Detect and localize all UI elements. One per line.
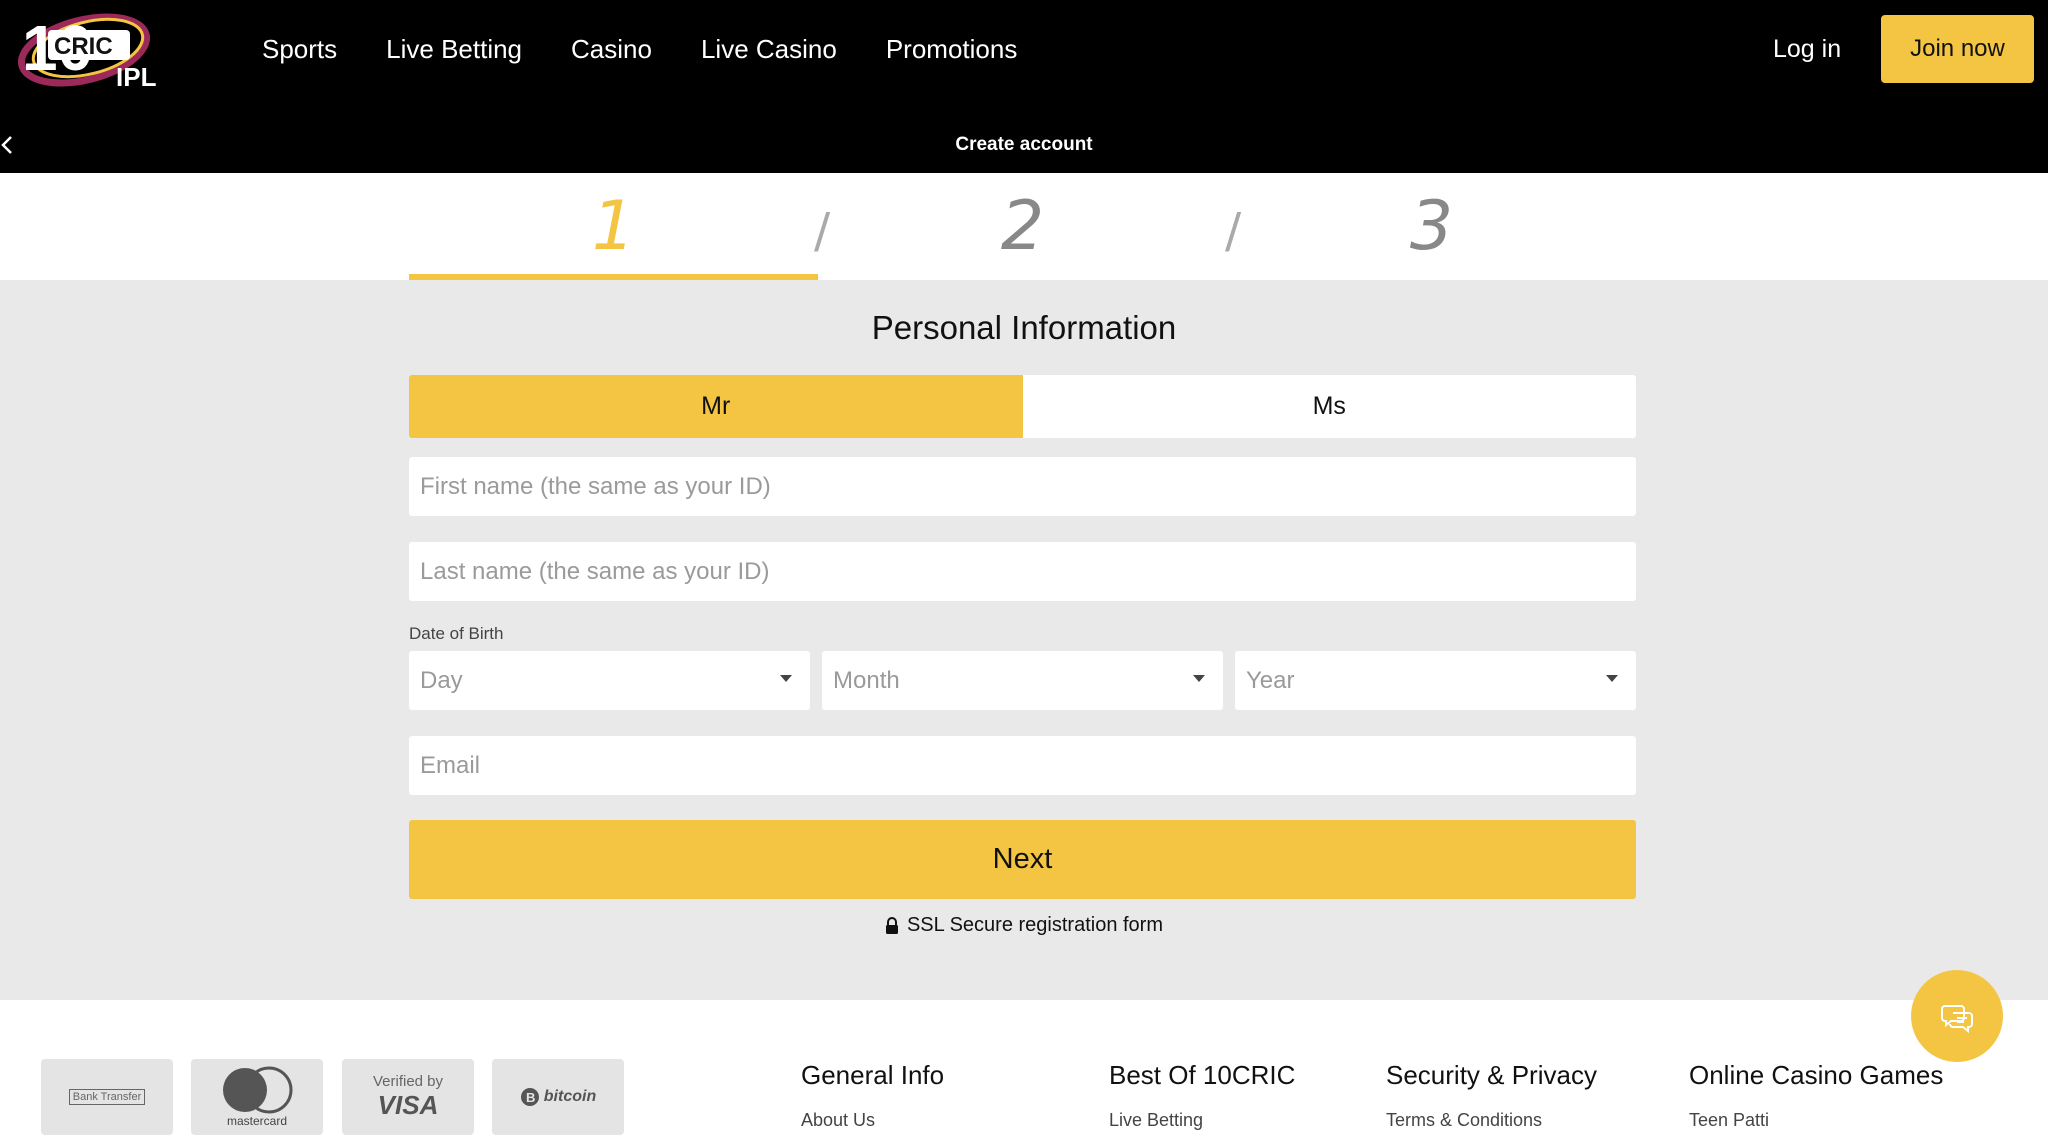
create-account-title: Create account [955, 134, 1093, 155]
main-nav: Sports Live Betting Casino Live Casino P… [262, 28, 1017, 70]
ssl-text: SSL Secure registration form [906, 914, 1164, 936]
form-title: Personal Information [871, 309, 1177, 346]
month-placeholder: Month [833, 666, 900, 694]
step-1: 1 [591, 187, 636, 266]
next-button[interactable]: Next [409, 820, 1636, 899]
verified-by-visa-logo: Verified by VISA [342, 1059, 474, 1135]
mastercard-circles-icon [223, 1066, 293, 1114]
visa-top-text: Verified by [372, 1073, 444, 1091]
last-name-input[interactable]: Last name (the same as your ID) [409, 542, 1636, 601]
live-chat-button[interactable] [1911, 970, 2003, 1062]
email-input[interactable]: Email [409, 736, 1636, 795]
nav-casino[interactable]: Casino [571, 28, 652, 70]
year-placeholder: Year [1246, 666, 1295, 694]
footer-heading: Best Of 10CRIC [1109, 1060, 1296, 1090]
dob-label: Date of Birth [409, 624, 504, 643]
caret-down-icon [780, 675, 792, 682]
nav-live-betting[interactable]: Live Betting [386, 28, 522, 70]
gender-mr-button[interactable]: Mr [409, 375, 1023, 438]
chat-icon [1941, 1005, 1973, 1034]
10cric-ipl-logo[interactable]: 10 CRIC IPL [10, 8, 162, 90]
gender-ms-button[interactable]: Ms [1022, 375, 1636, 438]
step-3: 3 [1409, 187, 1454, 266]
footer-link[interactable]: Live Betting [1109, 1110, 1295, 1131]
ssl-note: SSL Secure registration form [0, 914, 2048, 937]
active-step-underline [409, 274, 818, 280]
footer-heading: Security & Privacy [1386, 1060, 1597, 1090]
svg-text:B: B [526, 1090, 535, 1105]
dob-day-select[interactable]: Day [409, 651, 810, 710]
step-2: 2 [1000, 187, 1045, 266]
bitcoin-text: bitcoin [543, 1088, 597, 1105]
logo-ipl-text: IPL [116, 62, 157, 90]
mastercard-logo: mastercard [191, 1059, 323, 1135]
first-name-input[interactable]: First name (the same as your ID) [409, 457, 1636, 516]
logo-cric-text: CRIC [54, 33, 113, 60]
bank-transfer-text: Bank Transfer [68, 1089, 146, 1105]
nav-live-casino[interactable]: Live Casino [701, 28, 837, 70]
footer-link[interactable]: Terms & Conditions [1386, 1110, 1597, 1131]
footer-link[interactable]: Teen Patti [1689, 1110, 1943, 1131]
lock-icon [885, 916, 898, 934]
step-indicator: 1 / 2 / 3 [0, 173, 2048, 280]
nav-sports[interactable]: Sports [262, 28, 337, 70]
bitcoin-logo: B bitcoin [492, 1059, 624, 1135]
footer-col-best-of: Best Of 10CRIC Live Betting [1109, 1058, 1295, 1131]
visa-bottom-text: VISA [377, 1089, 439, 1120]
bank-transfer-logo: Bank Transfer [41, 1059, 173, 1135]
dob-year-select[interactable]: Year [1235, 651, 1636, 710]
top-header: 10 CRIC IPL Sports Live Betting Casino L… [0, 0, 2048, 173]
footer-col-general-info: General Info About Us [801, 1058, 944, 1131]
login-link[interactable]: Log in [1773, 28, 1841, 70]
bitcoin-icon: B [520, 1088, 539, 1106]
footer-heading: General Info [801, 1060, 945, 1090]
join-now-button[interactable]: Join now [1881, 15, 2034, 83]
footer-heading: Online Casino Games [1689, 1060, 1944, 1090]
footer-col-casino-games: Online Casino Games Teen Patti [1689, 1058, 1943, 1131]
footer-col-security: Security & Privacy Terms & Conditions [1386, 1058, 1597, 1131]
caret-down-icon [1606, 675, 1618, 682]
day-placeholder: Day [420, 666, 463, 694]
mastercard-text: mastercard [226, 1114, 288, 1128]
gender-toggle: Mr Ms [409, 375, 1636, 438]
footer-link[interactable]: About Us [801, 1110, 944, 1131]
caret-down-icon [1193, 675, 1205, 682]
nav-promotions[interactable]: Promotions [886, 28, 1018, 70]
dob-month-select[interactable]: Month [822, 651, 1223, 710]
